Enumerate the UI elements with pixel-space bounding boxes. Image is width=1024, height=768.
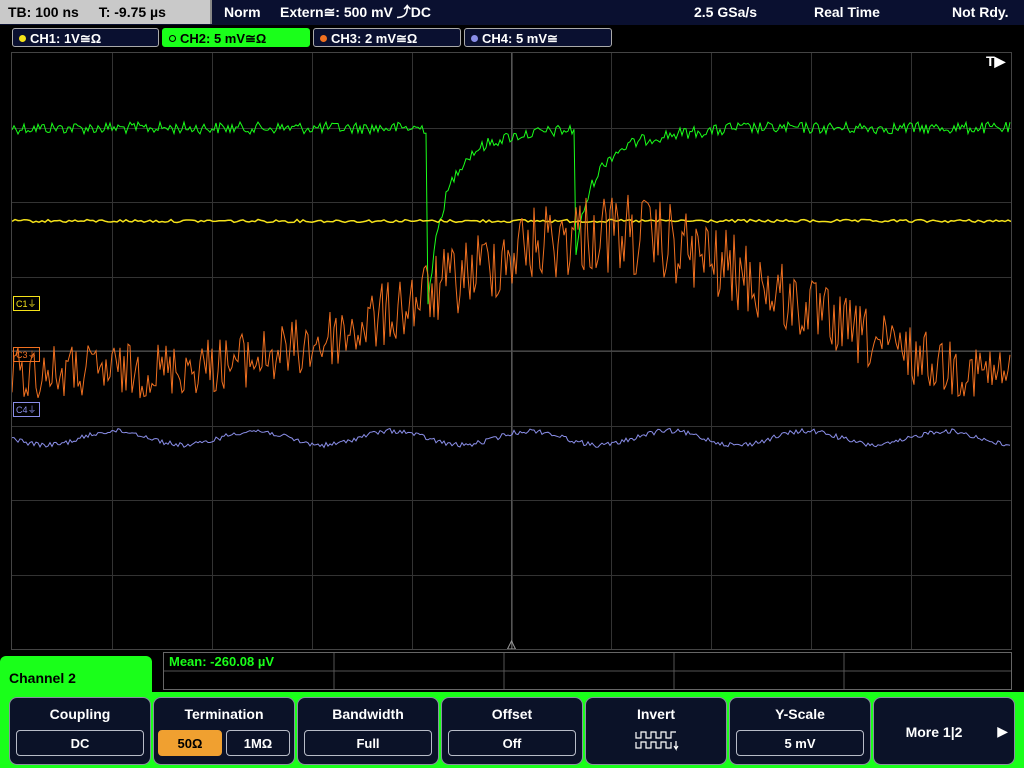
bandwidth-softkey[interactable]: Bandwidth Full [297, 697, 439, 765]
channel-2-tab[interactable]: CH2: 5 mV≅Ω [162, 28, 310, 47]
invert-softkey[interactable]: Invert [585, 697, 727, 765]
channel-3-label: CH3: 2 mV≅Ω [331, 31, 418, 46]
coupling-title: Coupling [49, 706, 111, 722]
bandwidth-value[interactable]: Full [304, 730, 432, 756]
y-scale-softkey[interactable]: Y-Scale 5 mV [729, 697, 871, 765]
bandwidth-title: Bandwidth [332, 706, 404, 722]
channel-4-tab[interactable]: CH4: 5 mV≅ [464, 28, 612, 47]
timebase-box[interactable]: TB: 100 ns T: -9.75 µs [0, 0, 212, 24]
menu-channel-title: Channel 2 [0, 656, 152, 696]
channel-2-dot-icon [169, 35, 176, 43]
channel-1-tab[interactable]: CH1: 1V≅Ω [12, 28, 159, 47]
sample-rate[interactable]: 2.5 GSa/s [694, 0, 757, 24]
channel-3-tab[interactable]: CH3: 2 mV≅Ω [313, 28, 461, 47]
mean-measurement: Mean: -260.08 µV [169, 654, 275, 669]
trigger-time-readout: T: -9.75 µs [98, 4, 166, 20]
more-label: More 1|2 [905, 724, 963, 740]
more-softkey[interactable]: More 1|2 ▶ [873, 697, 1015, 765]
measurement-bar [163, 652, 1012, 690]
channel-2-label: CH2: 5 mV≅Ω [180, 31, 267, 46]
channel-3-dot-icon [320, 35, 327, 43]
channel-4-label: CH4: 5 mV≅ [482, 31, 558, 46]
channel-4-dot-icon [471, 35, 478, 43]
invert-waveform-icon [635, 731, 679, 751]
coupling-value[interactable]: DC [16, 730, 144, 756]
timebase-readout: TB: 100 ns [8, 4, 79, 20]
channel-1-label: CH1: 1V≅Ω [30, 31, 102, 46]
waveform-canvas [12, 53, 1011, 649]
termination-softkey[interactable]: Termination 50Ω 1MΩ [153, 697, 295, 765]
next-page-arrow-icon: ▶ [997, 723, 1008, 739]
termination-1mohm-option[interactable]: 1MΩ [226, 730, 290, 756]
y-scale-title: Y-Scale [775, 706, 825, 722]
termination-title: Termination [184, 706, 264, 722]
waveform-display[interactable] [11, 52, 1012, 650]
y-scale-value[interactable]: 5 mV [736, 730, 864, 756]
channel-4-ground-marker[interactable]: C4⏚ [13, 402, 40, 417]
offset-softkey[interactable]: Offset Off [441, 697, 583, 765]
measurement-grid [164, 653, 1011, 689]
invert-title: Invert [636, 706, 676, 722]
termination-50ohm-option[interactable]: 50Ω [158, 730, 222, 756]
acquisition-state: Not Rdy. [952, 4, 1009, 20]
trigger-mode[interactable]: Norm [224, 0, 261, 24]
trigger-source[interactable]: Extern≅: 500 mV ⤴DC [280, 0, 431, 24]
channel-3-ground-marker[interactable]: C3⏚ [13, 347, 40, 362]
offset-title: Offset [491, 706, 533, 722]
acquisition-mode[interactable]: Real Time [814, 0, 880, 24]
channel-1-dot-icon [19, 35, 26, 43]
offset-value[interactable]: Off [448, 730, 576, 756]
channel-1-ground-marker[interactable]: C1⏚ [13, 296, 40, 311]
trigger-position-marker: T▶ [986, 53, 1006, 69]
coupling-softkey[interactable]: Coupling DC [9, 697, 151, 765]
